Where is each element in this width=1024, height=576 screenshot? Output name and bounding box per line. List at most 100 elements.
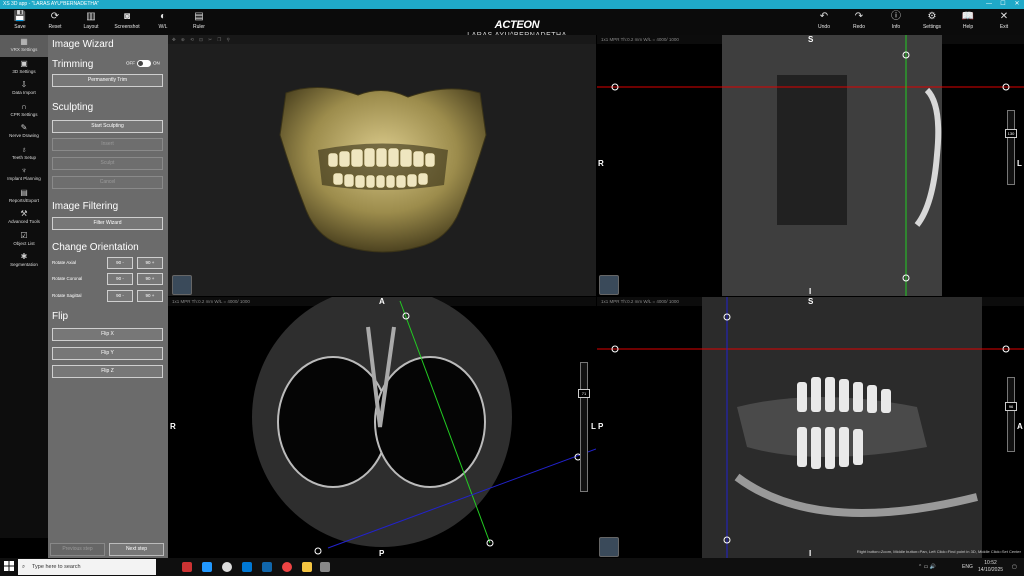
window-title-bar: XS 3D app - "LARAS AYU^BERNADETHA" — ☐ ✕ [0,0,1024,9]
sculpt-insert-button[interactable]: Insert [52,138,163,151]
rotate-sagittal-row: Rotate Sagittal 90 - 90 + [52,290,164,302]
rail-item-object-list[interactable]: ☑ Object List [0,229,48,251]
cross-slice-slider[interactable]: 96 [1005,377,1017,452]
cross-slice-value[interactable]: 96 [1005,402,1017,411]
list-edit-icon: ☑ [20,230,28,240]
taskbar-settings-icon[interactable] [222,562,232,572]
reset-button[interactable]: ⟳ Reset [39,10,71,34]
maximize-icon[interactable]: ☐ [996,0,1010,9]
windows-start-icon[interactable] [4,561,14,571]
rotate-sagittal-minus-button[interactable]: 90 - [107,290,133,302]
exit-icon: ✕ [999,11,1009,22]
taskbar-app-1-icon[interactable] [182,562,192,572]
cross-label-anterior: A [1017,422,1023,431]
axial-slice-value[interactable]: 71 [578,389,590,398]
sagittal-head-thumbnail[interactable] [599,275,619,295]
help-button[interactable]: 📖 Help [952,10,984,34]
sagittal-label-left: L [1017,159,1022,168]
permanently-trim-button[interactable]: Permanently Trim [52,74,163,87]
rail-item-reports-export[interactable]: ▤ Reports/Export [0,186,48,208]
tray-clock[interactable]: 10:52 14/10/2025 [978,560,1003,574]
vrx-icon: ▦ [20,37,28,46]
layout-button[interactable]: ▥ Layout [75,10,107,34]
rail-item-nerve-drawing[interactable]: ✎ Nerve Drawing [0,121,48,143]
image-wizard-panel: Image Wizard Trimming OFF ON Permanently … [48,35,168,558]
rotate-coronal-plus-button[interactable]: 90 + [137,273,163,285]
cross-head-thumbnail[interactable] [599,537,619,557]
window-controls: — ☐ ✕ [982,0,1024,9]
taskbar-search-box[interactable]: ⌕ Type here to search [18,559,156,575]
rail-item-advanced-tools[interactable]: ⚒ Advanced Tools [0,207,48,229]
sagittal-slice-image [597,35,1024,296]
arch-icon: ∩ [21,101,27,111]
rotate-coronal-minus-button[interactable]: 90 - [107,273,133,285]
rail-item-implant-planning[interactable]: ♆ Implant Planning [0,164,48,186]
minimize-icon[interactable]: — [982,0,996,9]
rail-item-cpr-settings[interactable]: ∩ CPR Settings [0,100,48,122]
rotate-axial-row: Rotate Axial 90 - 90 + [52,257,164,269]
rail-item-teeth-setup[interactable]: ♁ Teeth Setup [0,143,48,165]
sagittal-slice-slider[interactable]: 130 [1005,110,1017,185]
report-icon: ▤ [20,187,28,197]
rotate-sagittal-plus-button[interactable]: 90 + [137,290,163,302]
axial-label-right: R [170,422,176,431]
taskbar-file-explorer-icon[interactable] [302,562,312,572]
axial-label-anterior: A [379,297,385,306]
wand-icon: ✱ [20,252,28,261]
taskbar-app-5-icon[interactable] [262,562,272,572]
sculpt-sculpt-button[interactable]: Sculpt [52,157,163,170]
viewport-cross-section[interactable]: 1x1 MPR Th:0.2 mm W/L = 4000/ 1000 S I P… [597,297,1024,558]
contrast-icon: ◐ [159,11,167,22]
tray-language[interactable]: ENG [962,558,973,576]
rotate-axial-minus-button[interactable]: 90 - [107,257,133,269]
viewport-axial[interactable]: 1x1 MPR Th:0.2 mm W/L = 4000/ 1000 A P R… [168,297,596,558]
tray-icons[interactable]: ⌃ ▭ 🔊 [918,558,936,576]
sagittal-slice-value[interactable]: 130 [1005,129,1017,138]
app-window: XS 3D app - "LARAS AYU^BERNADETHA" — ☐ ✕… [0,0,1024,576]
toggle-switch[interactable] [137,60,151,67]
orientation-head-thumbnail[interactable] [172,275,192,295]
axial-label-left: L [591,422,596,431]
sculpt-cancel-button[interactable]: Cancel [52,176,163,189]
undo-button[interactable]: ↶ Undo [808,10,840,34]
notification-icon[interactable]: ▢ [1012,558,1017,576]
axial-slice-image [252,297,596,555]
taskbar-mail-icon[interactable] [242,562,252,572]
save-button[interactable]: 💾 Save [4,10,36,34]
filter-wizard-button[interactable]: Filter Wizard [52,217,163,230]
rail-item-data-import[interactable]: ⇩ Data Import [0,78,48,100]
screenshot-button[interactable]: ◙ Screenshot [111,10,143,34]
main-toolbar: 💾 Save ⟳ Reset ▥ Layout ◙ Screenshot ◐ W/L ▤ R… [0,9,1024,39]
redo-button[interactable]: ↷ Redo [843,10,875,34]
taskbar-chrome-icon[interactable] [282,562,292,572]
next-step-button[interactable]: Next step [109,543,164,556]
rotate-axial-plus-button[interactable]: 90 + [137,257,163,269]
close-icon[interactable]: ✕ [1010,0,1024,9]
start-sculpting-button[interactable]: Start Sculpting [52,120,163,133]
rail-item-vrx-settings[interactable]: ▦ VRX Settings [0,35,48,57]
change-orientation-heading: Change Orientation [52,242,139,253]
rail-item-3d-settings[interactable]: ▣ 3D Settings [0,57,48,79]
ruler-icon: ▤ [194,11,204,22]
flip-heading: Flip [52,311,69,322]
save-icon: 💾 [13,11,27,22]
previous-step-button[interactable]: Previous step [50,543,105,556]
taskbar-app-2-icon[interactable] [202,562,212,572]
flip-z-button[interactable]: Flip Z [52,365,163,378]
ruler-button[interactable]: ▤ Ruler [183,10,215,34]
flip-y-button[interactable]: Flip Y [52,347,163,360]
trimming-toggle[interactable]: OFF ON [126,60,160,67]
viewport-sagittal[interactable]: 1x1 MPR Th:0.2 mm W/L = 4000/ 1000 S I R… [597,35,1024,296]
settings-button[interactable]: ⚙ Settings [916,10,948,34]
exit-button[interactable]: ✕ Exit [988,10,1020,34]
window-level-button[interactable]: ◐ W/L [147,10,179,34]
info-button[interactable]: ⓘ Info [880,10,912,34]
viewport-3d[interactable]: ✥ ⊕ ⟲ ⊡ ✂ ❐ ⚲ [168,35,596,296]
flip-x-button[interactable]: Flip X [52,328,163,341]
window-title: XS 3D app - "LARAS AYU^BERNADETHA" [3,1,100,7]
search-icon: ⌕ [22,564,26,570]
axial-slice-slider[interactable]: 71 [578,362,590,492]
rail-item-segmentation[interactable]: ✱ Segmentation [0,250,48,272]
taskbar-xs3d-icon[interactable] [320,562,330,572]
module-rail: ▦ VRX Settings ▣ 3D Settings ⇩ Data Import … [0,35,48,538]
